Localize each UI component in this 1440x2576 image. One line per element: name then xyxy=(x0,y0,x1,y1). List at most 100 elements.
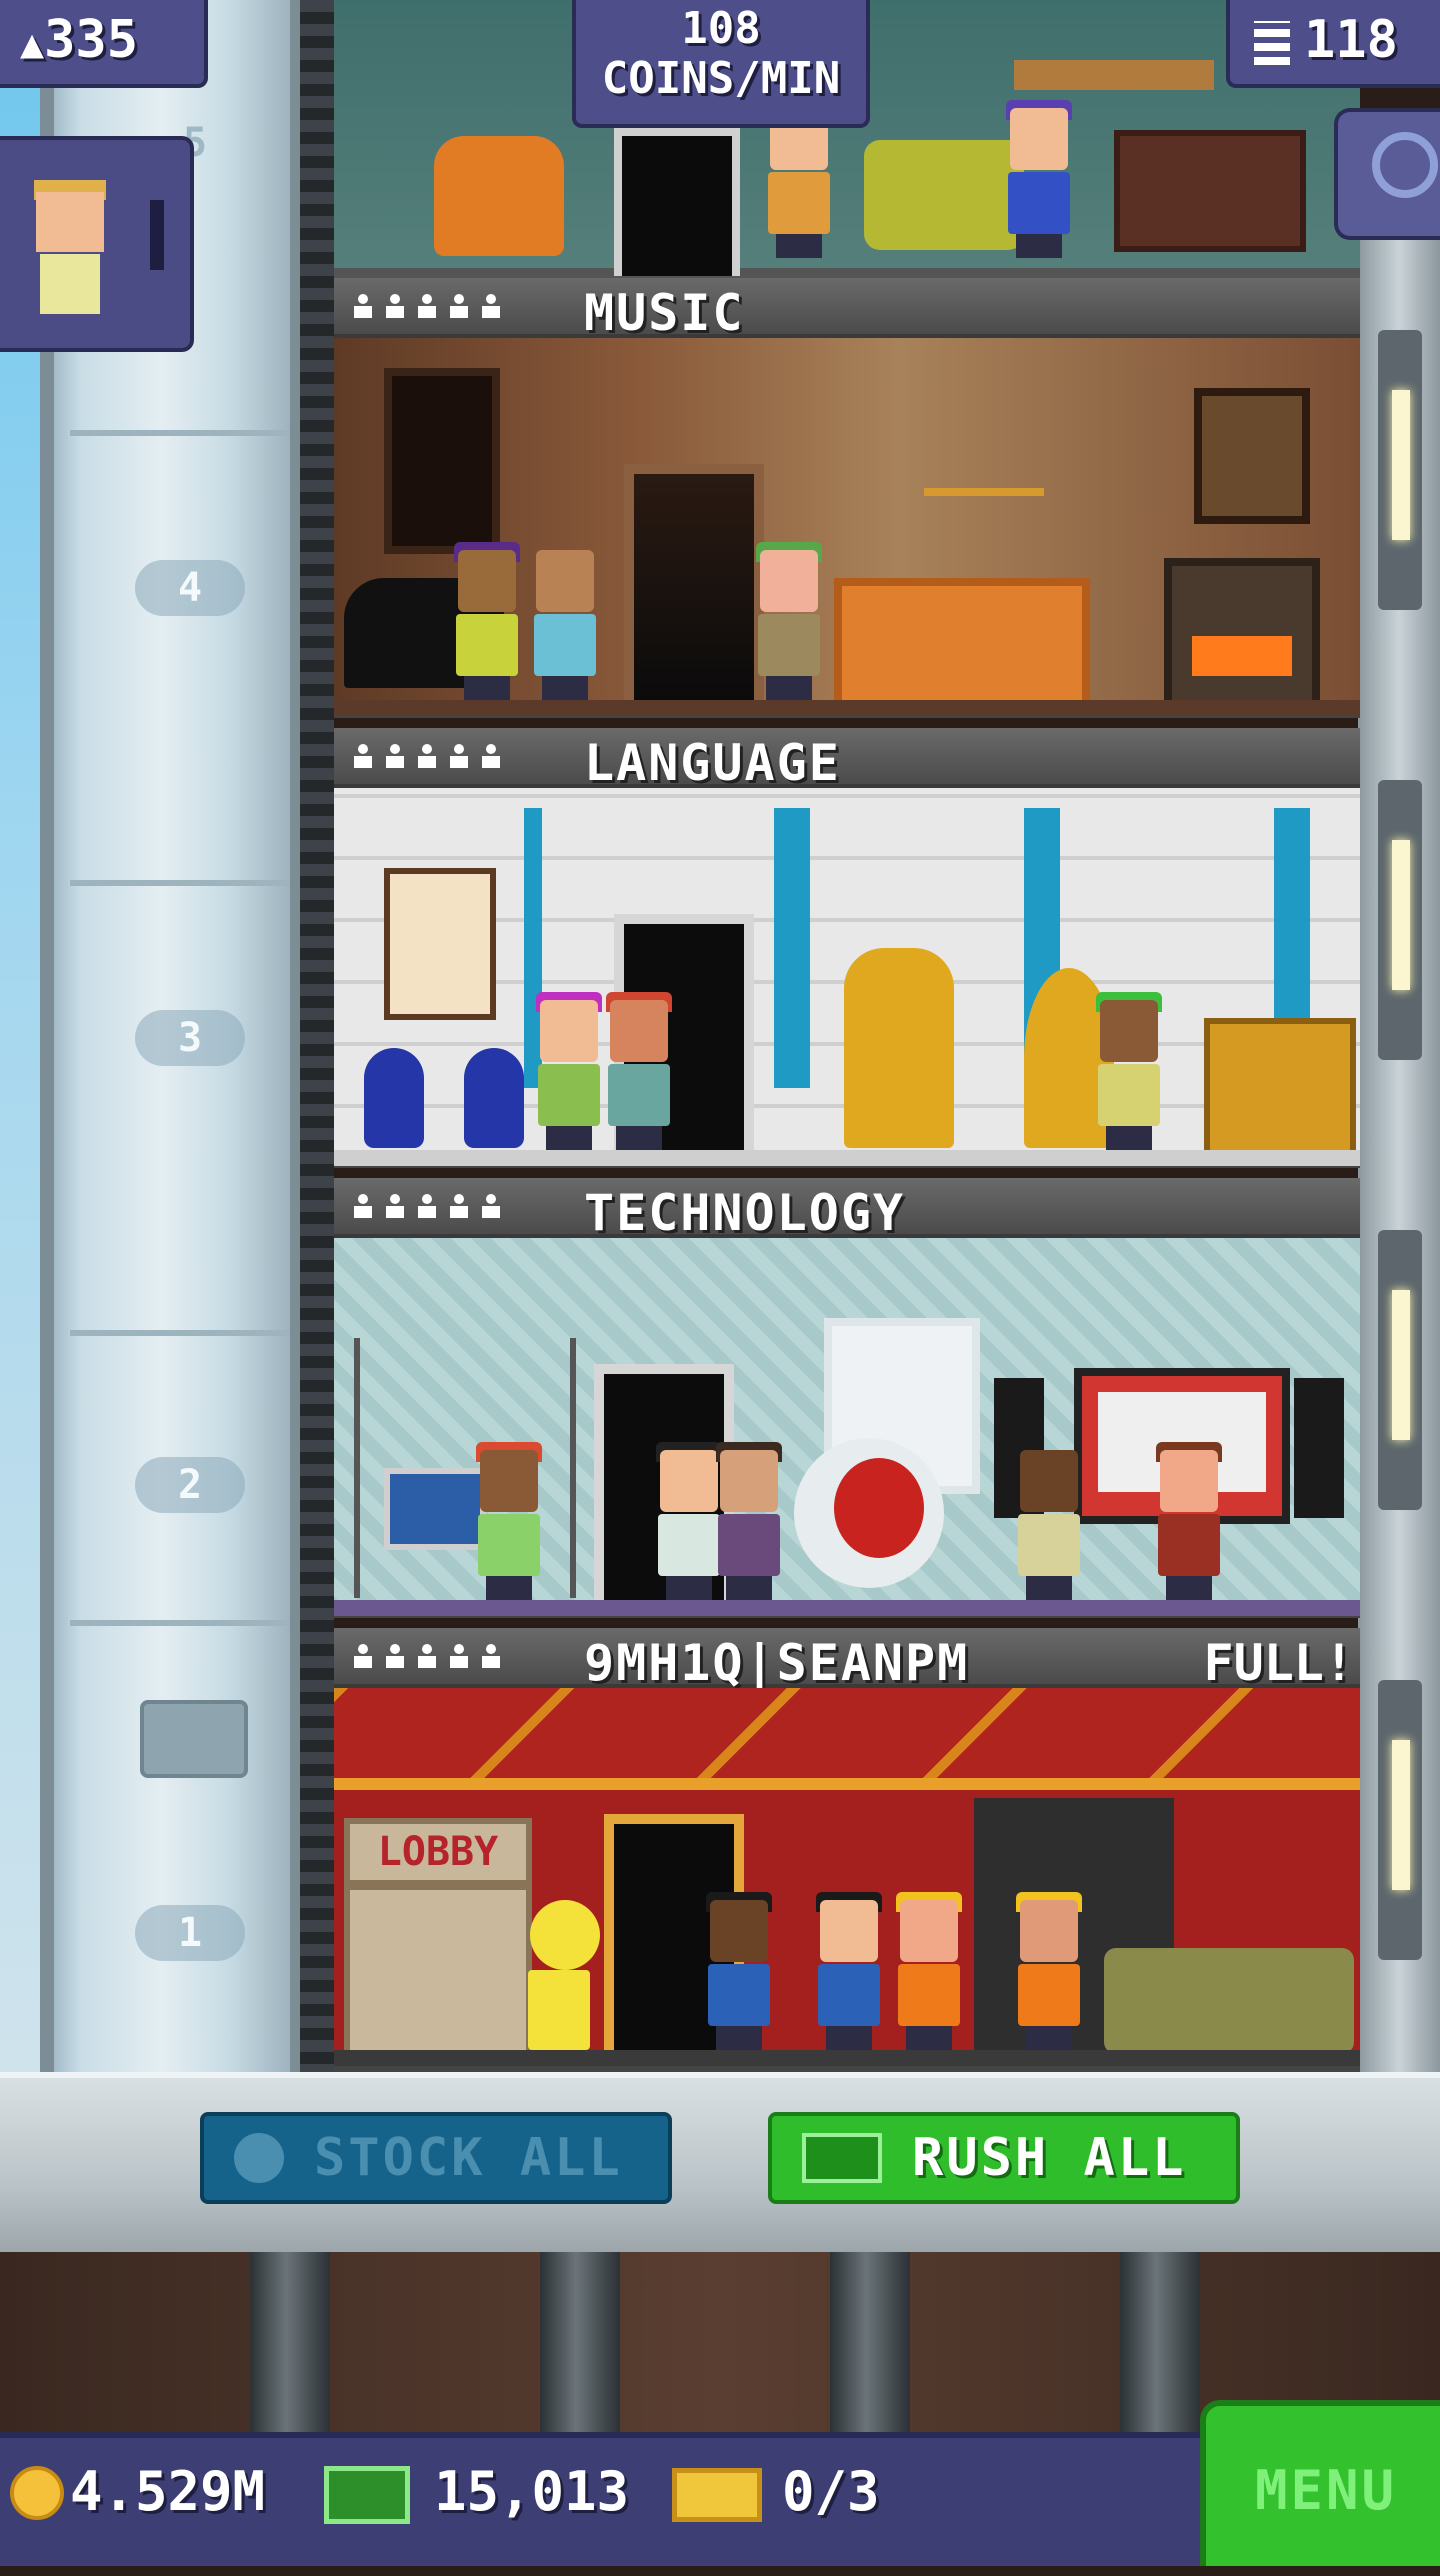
support-pillar xyxy=(830,2252,910,2432)
floor-name: TECHNOLOGY xyxy=(584,1184,906,1242)
resident-person[interactable] xyxy=(1004,100,1074,258)
stock-all-label: STOCK ALL xyxy=(314,2128,623,2188)
floor-name: 9MH1Q|SEANPM xyxy=(584,1634,970,1692)
desktop-computer xyxy=(384,1468,486,1550)
elevator-floor-number-3: 3 xyxy=(135,1010,245,1066)
population-counter[interactable]: ▲335 xyxy=(0,0,208,88)
floor-name: LANGUAGE xyxy=(584,734,841,792)
hieroglyph-scroll xyxy=(384,868,496,1020)
egg-chair xyxy=(794,1438,944,1588)
building-icon xyxy=(1254,21,1290,65)
stock-all-button[interactable]: STOCK ALL xyxy=(200,2112,672,2204)
elevator-floor-number-4: 4 xyxy=(135,560,245,616)
wall-lamp xyxy=(1378,1230,1422,1510)
lobby-sign: LOBBY xyxy=(344,1818,532,1886)
floor-lobby[interactable]: 9MH1Q|SEANPM FULL! LOBBY xyxy=(334,1628,1360,2072)
bitizen-person[interactable] xyxy=(714,1442,784,1600)
throne xyxy=(844,948,954,1148)
wall-lamp xyxy=(1378,1680,1422,1960)
room-music xyxy=(334,338,1360,716)
floor-header: MUSIC xyxy=(334,278,1360,342)
bitizen-person[interactable] xyxy=(530,550,600,700)
bitizen-person[interactable] xyxy=(1014,1450,1084,1600)
tv-console xyxy=(1114,130,1306,252)
floor-header: LANGUAGE xyxy=(334,728,1360,792)
room-door xyxy=(614,128,740,276)
elevator-mast xyxy=(300,0,334,2072)
bux-icon xyxy=(324,2466,410,2524)
support-pillar xyxy=(540,2252,620,2432)
vase xyxy=(364,1048,424,1148)
floor-count-value: 118 xyxy=(1304,10,1398,70)
search-button[interactable] xyxy=(1334,108,1440,240)
barn-rafters xyxy=(334,1688,1360,1790)
elevator-divider xyxy=(70,1330,290,1336)
bitizen-person[interactable] xyxy=(814,1892,884,2050)
wall-lamp xyxy=(1378,330,1422,610)
bitizen-person[interactable] xyxy=(1094,992,1164,1150)
lobby-desk xyxy=(344,1884,532,2066)
rush-all-label: RUSH ALL xyxy=(912,2128,1187,2188)
bookshelf xyxy=(1014,60,1214,90)
occupancy-pips xyxy=(352,1194,502,1220)
resident-person[interactable] xyxy=(764,100,834,258)
coins-value: 4.529M xyxy=(70,2460,266,2523)
occupancy-pips xyxy=(352,294,502,320)
floor-full-status: FULL! xyxy=(1203,1634,1354,1692)
bitizen-person[interactable] xyxy=(894,1892,964,2050)
bitizen-person[interactable] xyxy=(1014,1892,1084,2050)
support-pillar xyxy=(1120,2252,1200,2432)
elevator-floor-number-2: 2 xyxy=(135,1457,245,1513)
elevator-divider xyxy=(70,430,290,436)
bitizen-person[interactable] xyxy=(604,992,674,1150)
magnifier-icon xyxy=(1372,132,1438,198)
elevator-car[interactable] xyxy=(140,1700,248,1778)
room-lobby: LOBBY xyxy=(334,1688,1360,2066)
floor-name: MUSIC xyxy=(584,284,745,342)
tickets-value: 0/3 xyxy=(782,2460,880,2523)
coins-rate-unit: COINS/MIN xyxy=(601,53,841,104)
pillar xyxy=(774,808,810,1088)
coins-rate-panel: 108 COINS/MIN xyxy=(572,0,870,128)
window xyxy=(384,368,500,554)
occupancy-pips xyxy=(352,744,502,770)
support-pillar xyxy=(250,2252,330,2432)
vase xyxy=(464,1048,524,1148)
floor-technology[interactable]: TECHNOLOGY xyxy=(334,1178,1360,1618)
alert-icon xyxy=(150,200,164,270)
bitizen-person[interactable] xyxy=(1154,1442,1224,1600)
vip-avatar xyxy=(30,180,110,330)
occupancy-pips xyxy=(352,1644,502,1670)
coin-icon xyxy=(10,2466,64,2520)
golden-shrine xyxy=(1204,1018,1356,1160)
bitizen-person[interactable] xyxy=(534,992,604,1150)
floor-counter[interactable]: 118 xyxy=(1226,0,1440,88)
ticket-icon xyxy=(672,2468,762,2522)
vip-notification[interactable] xyxy=(0,136,194,352)
bitizen-person[interactable] xyxy=(754,542,824,700)
clock-icon xyxy=(234,2133,284,2183)
floor-music[interactable]: MUSIC xyxy=(334,278,1360,718)
armchair xyxy=(434,136,564,256)
hay-bales xyxy=(1104,1948,1354,2054)
painting xyxy=(1194,388,1310,524)
hazmat-bitizen[interactable] xyxy=(524,1900,604,2050)
chandelier xyxy=(924,428,1044,496)
bitizen-person[interactable] xyxy=(474,1442,544,1600)
bitizen-person[interactable] xyxy=(704,1892,774,2050)
floor-header: 9MH1Q|SEANPM FULL! xyxy=(334,1628,1360,1692)
person-icon: ▲ xyxy=(20,21,45,67)
floor-language[interactable]: LANGUAGE xyxy=(334,728,1360,1168)
bux-icon xyxy=(802,2133,882,2183)
room-language xyxy=(334,788,1360,1166)
room-door xyxy=(624,464,764,700)
population-value: 335 xyxy=(44,10,139,70)
menu-button[interactable]: MENU xyxy=(1200,2400,1440,2566)
bitizen-person[interactable] xyxy=(452,542,522,700)
bed xyxy=(834,578,1090,714)
rush-all-button[interactable]: RUSH ALL xyxy=(768,2112,1240,2204)
coins-rate-value: 108 xyxy=(681,3,761,54)
sofa xyxy=(864,140,1024,250)
bux-value: 15,013 xyxy=(434,2460,630,2523)
elevator-divider xyxy=(70,880,290,886)
